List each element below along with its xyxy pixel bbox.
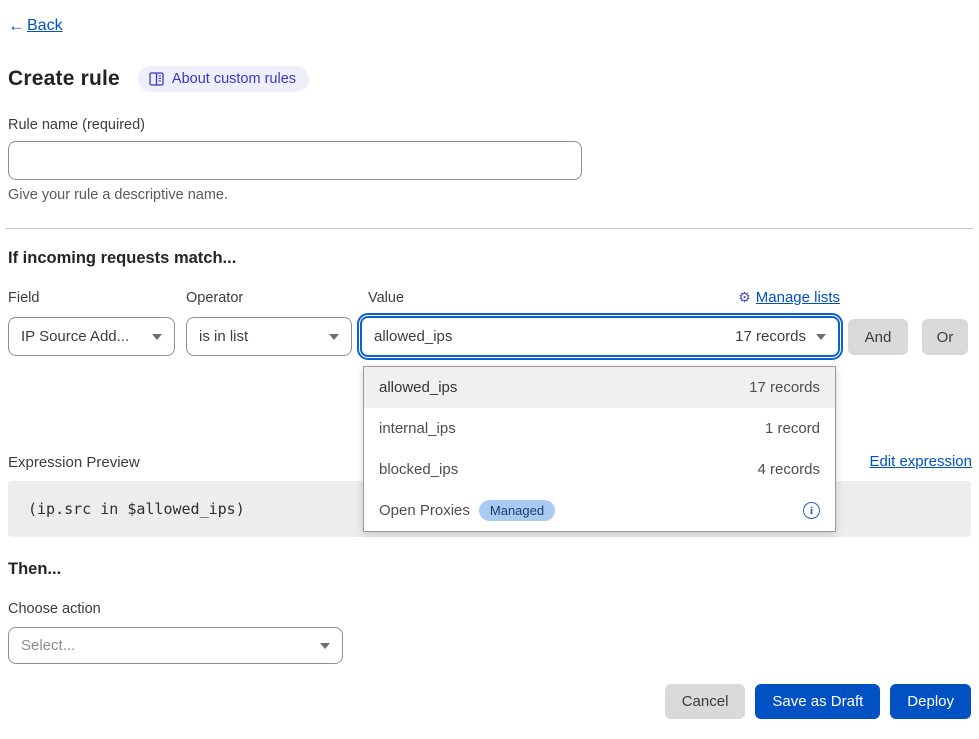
value-select-record-count: 17 records [735,328,806,345]
expression-preview-label: Expression Preview [8,454,140,471]
footer-actions: Cancel Save as Draft Deploy [665,684,971,719]
gear-icon: ⚙ [738,289,751,306]
rule-name-helper-text: Give your rule a descriptive name. [8,187,228,203]
managed-badge: Managed [479,500,555,521]
value-select[interactable]: allowed_ips 17 records [360,316,840,357]
manage-lists-label: Manage lists [756,289,840,306]
cancel-button[interactable]: Cancel [665,684,746,719]
back-link[interactable]: ← Back [8,16,63,36]
then-section-heading: Then... [8,560,61,579]
chevron-down-icon [329,334,339,340]
list-record-count: 17 records [749,379,820,396]
dropdown-option-internal-ips[interactable]: internal_ips 1 record [364,408,835,449]
field-label: Field [8,290,39,306]
action-select[interactable]: Select... [8,627,343,664]
back-arrow-icon: ← [8,16,25,36]
operator-select[interactable]: is in list [186,317,352,356]
deploy-button[interactable]: Deploy [890,684,971,719]
save-as-draft-button[interactable]: Save as Draft [755,684,880,719]
about-custom-rules-label: About custom rules [172,71,296,87]
rule-name-input[interactable] [8,141,582,180]
match-section-heading: If incoming requests match... [8,249,236,268]
list-name: allowed_ips [379,379,457,396]
field-select-value: IP Source Add... [21,328,129,345]
field-select[interactable]: IP Source Add... [8,317,175,356]
operator-select-value: is in list [199,328,248,345]
title-row: Create rule About custom rules [8,66,309,92]
list-dropdown: allowed_ips 17 records internal_ips 1 re… [363,366,836,532]
edit-expression-link[interactable]: Edit expression [869,453,972,470]
chevron-down-icon [152,334,162,340]
choose-action-label: Choose action [8,601,101,617]
info-icon[interactable]: i [803,502,820,519]
list-record-count: 4 records [757,461,820,478]
manage-lists-link[interactable]: ⚙ Manage lists [360,289,840,306]
or-button[interactable]: Or [922,319,968,355]
dropdown-option-allowed-ips[interactable]: allowed_ips 17 records [364,367,835,408]
action-select-placeholder: Select... [21,637,75,654]
chevron-down-icon [320,643,330,649]
dropdown-option-blocked-ips[interactable]: blocked_ips 4 records [364,449,835,490]
section-divider [6,228,973,229]
list-record-count: 1 record [765,420,820,437]
and-button[interactable]: And [848,319,908,355]
book-icon [149,72,164,86]
list-name: internal_ips [379,420,456,437]
rule-name-label: Rule name (required) [8,117,145,133]
page-title: Create rule [8,67,120,91]
dropdown-option-open-proxies[interactable]: Open Proxies Managed i [364,490,835,531]
operator-label: Operator [186,290,243,306]
list-name: blocked_ips [379,461,458,478]
list-name: Open Proxies [379,502,470,519]
create-rule-page: ← Back Create rule About custom rules Ru… [0,0,979,739]
value-select-value: allowed_ips [374,328,452,345]
chevron-down-icon [816,334,826,340]
back-link-label: Back [27,17,63,35]
about-custom-rules-link[interactable]: About custom rules [138,66,309,92]
